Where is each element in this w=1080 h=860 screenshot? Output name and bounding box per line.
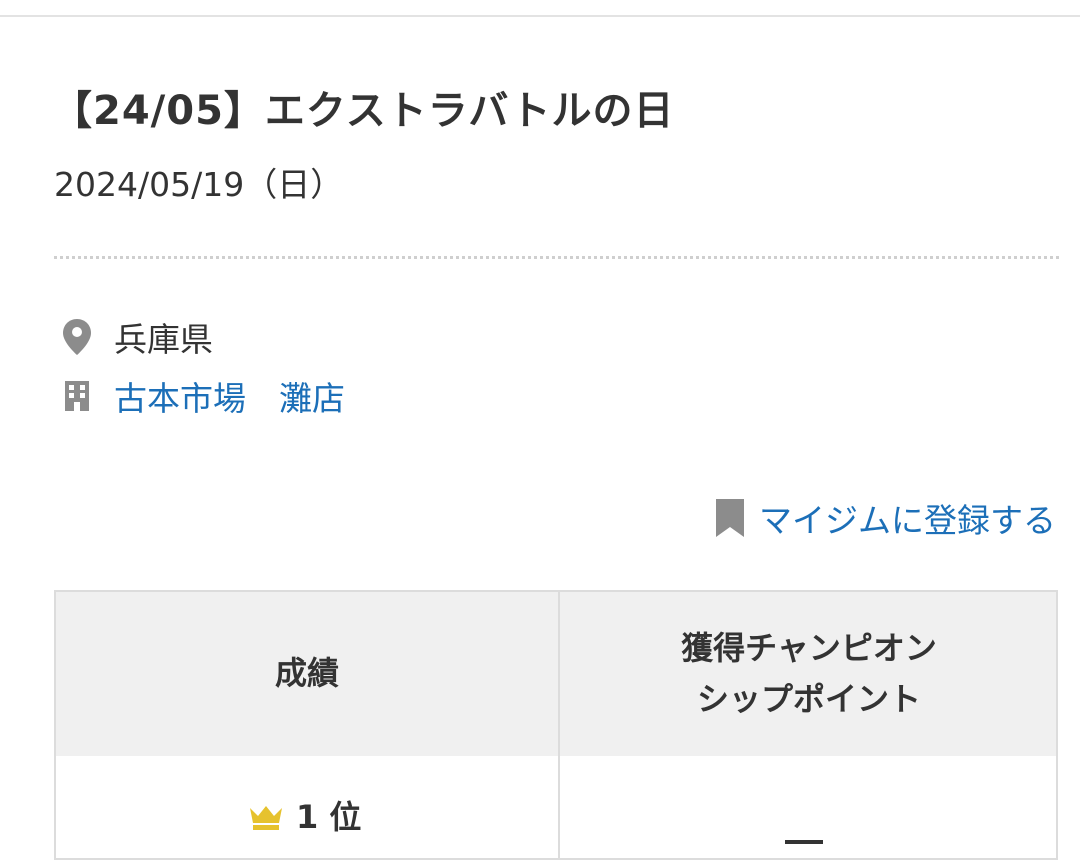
crown-icon — [248, 801, 284, 830]
points-dash — [785, 840, 823, 844]
event-date: 2024/05/19（日） — [54, 165, 344, 204]
map-pin-icon — [60, 317, 94, 357]
header-result: 成績 — [56, 592, 558, 756]
results-table: 成績 獲得チャンピオン シップポイント 1 位 — [54, 590, 1058, 860]
venue-link[interactable]: 古本市場 灘店 — [114, 372, 345, 420]
bookmark-icon — [715, 498, 745, 538]
location-row: 兵庫県 — [60, 313, 213, 361]
venue-row[interactable]: 古本市場 灘店 — [60, 372, 345, 420]
event-title: 【24/05】エクストラバトルの日 — [52, 88, 675, 134]
points-cell — [560, 756, 1056, 858]
top-divider — [0, 15, 1080, 17]
dotted-divider — [54, 256, 1059, 259]
prefecture-text: 兵庫県 — [114, 320, 213, 359]
rank-cell: 1 位 — [248, 792, 361, 838]
header-points: 獲得チャンピオン シップポイント — [560, 592, 1056, 756]
register-mygym-label[interactable]: マイジムに登録する — [759, 494, 1056, 542]
rank-label: 1 位 — [296, 798, 362, 836]
register-mygym-button[interactable]: マイジムに登録する — [715, 494, 1056, 542]
table-row: 1 位 — [56, 756, 558, 858]
building-icon — [60, 376, 94, 416]
